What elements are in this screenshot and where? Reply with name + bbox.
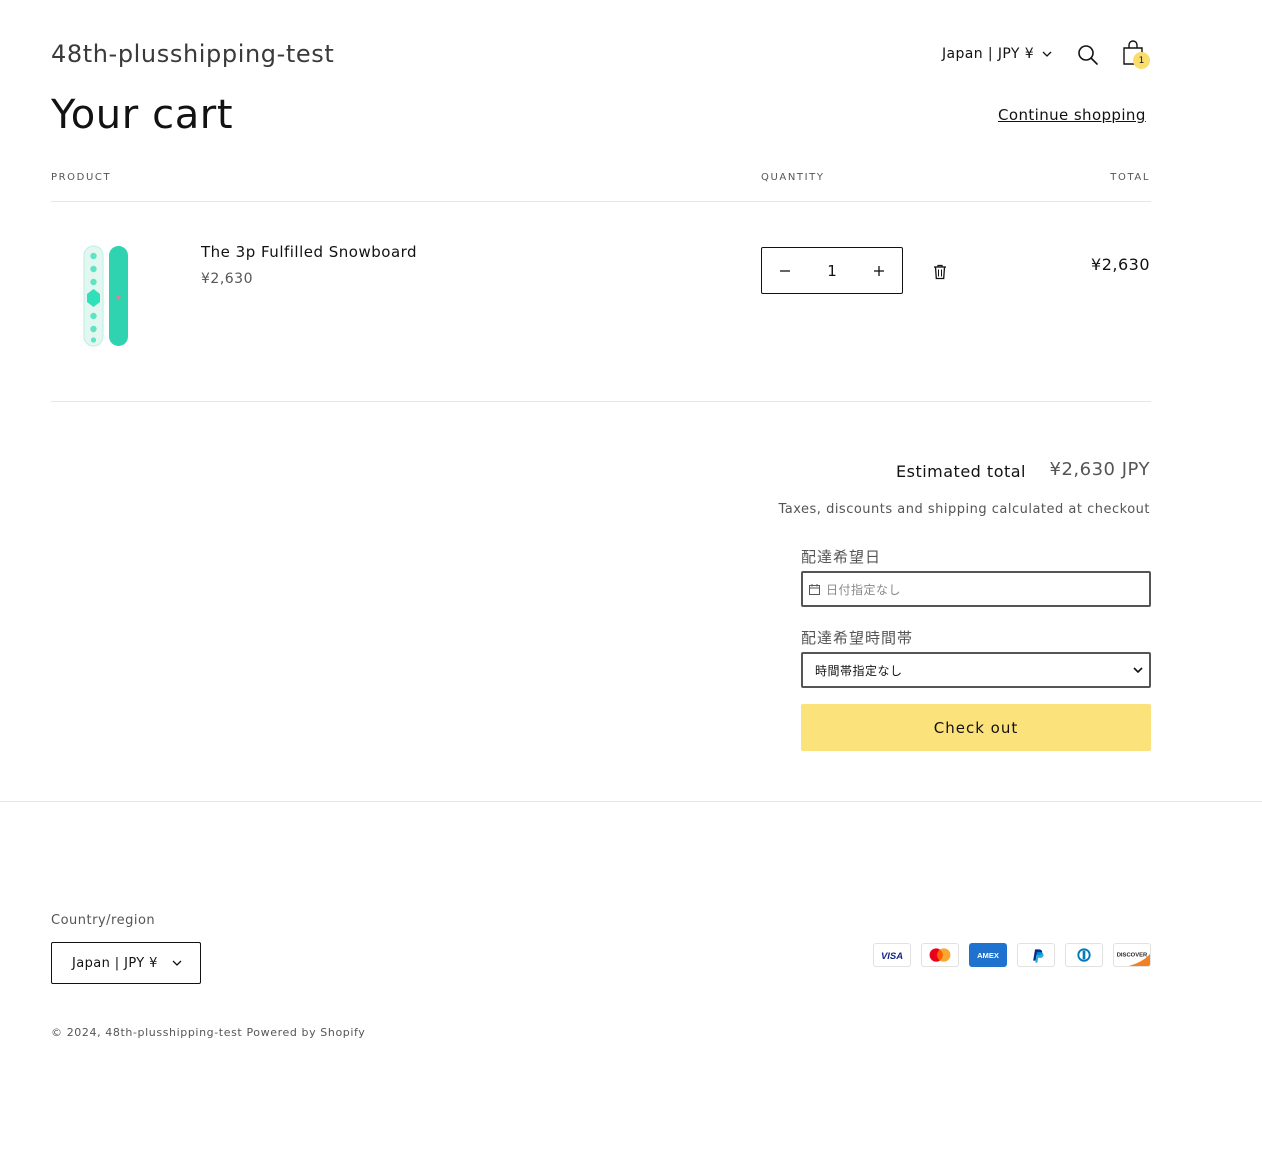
item-price: ¥2,630: [201, 271, 253, 287]
product-thumbnail[interactable]: [78, 244, 134, 348]
region-label: Country/region: [51, 913, 156, 928]
minus-icon: [780, 269, 790, 272]
copyright-prefix: © 2024,: [51, 1026, 106, 1039]
amex-text: AMEX: [977, 951, 999, 960]
delivery-date-label: 配達希望日: [801, 548, 882, 566]
divider: [51, 401, 1151, 402]
diners-icon: [1065, 943, 1103, 967]
visa-icon: VISA: [873, 943, 911, 967]
payment-icons: VISA AMEX DISCOVER: [873, 943, 1151, 967]
locale-label: Japan | JPY ¥: [942, 46, 1035, 62]
delivery-date-placeholder: 日付指定なし: [826, 582, 902, 597]
mastercard-icon: [921, 943, 959, 967]
delivery-time-value: 時間帯指定なし: [815, 663, 903, 678]
paypal-icon: [1017, 943, 1055, 967]
delivery-date-field[interactable]: 日付指定なし: [801, 571, 1151, 607]
calendar-icon: [809, 583, 820, 595]
continue-shopping-link[interactable]: Continue shopping: [998, 106, 1146, 124]
trash-icon[interactable]: [933, 264, 947, 280]
plus-icon: [873, 265, 884, 276]
cart-count-badge: 1: [1133, 52, 1150, 69]
chevron-down-icon: [1042, 51, 1052, 57]
copyright: © 2024, 48th-plusshipping-test Powered b…: [51, 1026, 365, 1039]
column-header-quantity: QUANTITY: [761, 172, 825, 183]
visa-text: VISA: [881, 951, 903, 962]
quantity-stepper[interactable]: 1: [761, 247, 903, 294]
chevron-down-icon: [172, 960, 182, 966]
region-value: Japan | JPY ¥: [72, 955, 158, 971]
discover-icon: DISCOVER: [1113, 943, 1151, 967]
chevron-down-icon: [1133, 667, 1143, 674]
divider: [51, 201, 1151, 202]
store-logo[interactable]: 48th-plusshipping-test: [51, 40, 334, 68]
item-line-total: ¥2,630: [1091, 255, 1150, 274]
footer-store-link[interactable]: 48th-plusshipping-test: [105, 1026, 242, 1039]
item-title[interactable]: The 3p Fulfilled Snowboard: [201, 243, 417, 261]
column-header-product: PRODUCT: [51, 172, 112, 183]
decrease-quantity-button[interactable]: [778, 264, 792, 278]
amex-icon: AMEX: [969, 943, 1007, 967]
delivery-time-select[interactable]: 時間帯指定なし: [801, 652, 1151, 688]
page-title: Your cart: [51, 92, 234, 138]
column-header-total: TOTAL: [1110, 172, 1150, 183]
quantity-value[interactable]: 1: [827, 262, 837, 280]
estimated-total-label: Estimated total: [896, 462, 1026, 481]
delivery-time-label: 配達希望時間帯: [801, 629, 914, 647]
discover-text: DISCOVER: [1117, 952, 1148, 958]
region-selector[interactable]: Japan | JPY ¥: [51, 942, 201, 984]
locale-selector[interactable]: Japan | JPY ¥: [942, 46, 1052, 62]
footer-divider: [0, 801, 1262, 802]
checkout-button[interactable]: Check out: [801, 704, 1151, 751]
powered-by-link[interactable]: Powered by Shopify: [246, 1026, 365, 1039]
increase-quantity-button[interactable]: [872, 264, 886, 278]
tax-note: Taxes, discounts and shipping calculated…: [778, 502, 1150, 517]
estimated-total-value: ¥2,630 JPY: [1049, 459, 1150, 480]
search-icon[interactable]: [1077, 44, 1099, 66]
